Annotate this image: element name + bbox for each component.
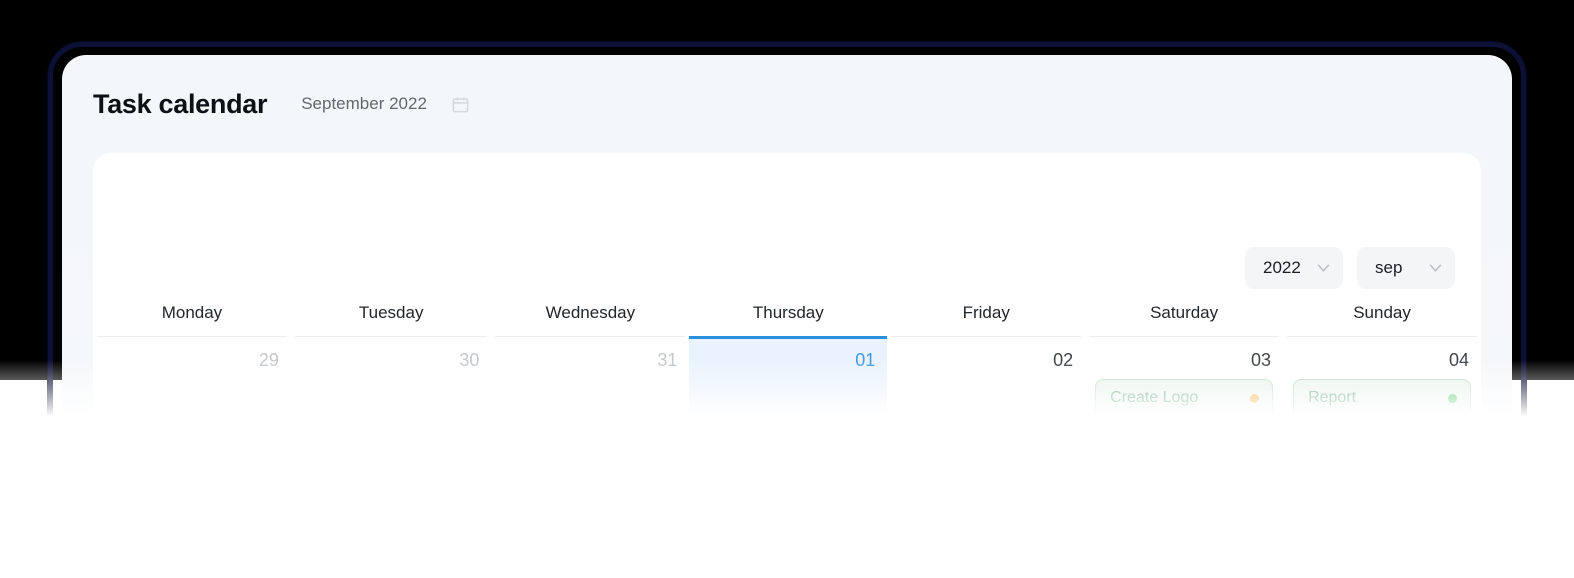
card-header: Task calendar September 2022 (62, 55, 1512, 153)
weekday-header-monday: Monday (161, 303, 223, 322)
task-calendar-card: Task calendar September 2022 2022 sep Mo… (62, 55, 1512, 555)
chevron-down-icon (1413, 264, 1442, 272)
event-chip[interactable]: New Website (1293, 522, 1471, 555)
calendar-day-cell[interactable]: 06 Update Payment... (291, 479, 492, 555)
month-select[interactable]: sep (1357, 247, 1455, 289)
event-chip[interactable]: Update Payment... (300, 522, 482, 555)
day-number: 05 (258, 493, 279, 513)
weekday-header-saturday: Saturday (1150, 303, 1219, 322)
event-chip-label: Create Logo (1110, 389, 1199, 406)
calendar-panel: 2022 sep Monday Tuesday Wednesday Thursd… (93, 153, 1481, 555)
event-chip-label: Report (1308, 389, 1357, 406)
day-number: 11 (1450, 493, 1469, 513)
calendar-day-cell[interactable]: 31 (491, 336, 689, 479)
event-chip-label: New Offer (1308, 435, 1380, 452)
screenshot-root: Task calendar September 2022 2022 sep Mo… (0, 0, 1574, 578)
event-chip-label: New Website (1332, 532, 1427, 549)
calendar-day-cell[interactable]: 01 (689, 336, 888, 479)
calendar-day-cell[interactable]: 10 (1085, 479, 1283, 555)
x-circle-icon (1308, 531, 1332, 551)
event-chip-label: Update Payment... (315, 532, 449, 549)
event-chip[interactable]: Report (1293, 379, 1471, 417)
calendar-controls: 2022 sep (1245, 247, 1455, 289)
month-select-value: sep (1375, 258, 1403, 277)
day-events: Create Logo (1095, 379, 1274, 417)
calendar-day-cell[interactable]: 03 Create Logo (1085, 336, 1283, 479)
year-select-value: 2022 (1263, 258, 1301, 277)
calendar-day-cell[interactable]: 08 (689, 479, 887, 555)
calendar-day-cell[interactable]: 29 (93, 336, 291, 479)
day-number: 03 (1251, 350, 1272, 370)
calendar-day-cell[interactable]: 05 (93, 479, 291, 555)
chevron-down-icon (1301, 264, 1330, 272)
day-number: 08 (855, 493, 876, 513)
header-month-label: September 2022 (301, 94, 427, 113)
day-number: 02 (1053, 350, 1074, 370)
day-number: 06 (459, 493, 480, 513)
day-events: New Website (1293, 522, 1471, 555)
day-number: 10 (1251, 493, 1272, 513)
calendar-day-cell[interactable]: 09 (887, 479, 1085, 555)
day-number: 31 (657, 350, 678, 370)
weekday-header-sunday: Sunday (1353, 303, 1411, 322)
day-events: Update Payment... (300, 522, 482, 555)
day-number: 01 (855, 350, 876, 370)
event-status-dot (1448, 439, 1457, 449)
day-number: 04 (1448, 350, 1469, 370)
event-status-dot (458, 536, 468, 546)
calendar-day-cell[interactable]: 04 Report New Offer (1283, 336, 1481, 479)
day-number: 07 (657, 493, 678, 513)
year-select[interactable]: 2022 (1245, 247, 1343, 289)
weekday-header-thursday: Thursday (752, 303, 824, 322)
calendar-day-cell[interactable]: 11 New Website (1283, 479, 1481, 555)
calendar-grid: Monday Tuesday Wednesday Thursday Friday Satu… (93, 303, 1481, 555)
calendar-day-cell[interactable]: 07 (491, 479, 689, 555)
day-number: 29 (258, 350, 279, 370)
calendar-day-cell[interactable]: 30 (291, 336, 492, 479)
event-chip[interactable]: New Offer (1293, 425, 1471, 463)
calendar-icon (427, 95, 470, 114)
event-status-dot (1250, 393, 1260, 403)
calendar-day-cell[interactable]: 02 (887, 336, 1085, 479)
page-title: Task calendar (93, 88, 268, 119)
weekday-header-friday: Friday (962, 303, 1010, 322)
day-number: 09 (1053, 493, 1074, 513)
day-events: Report New Offer (1293, 379, 1471, 463)
weekday-header-wednesday: Wednesday (545, 303, 636, 322)
day-number: 30 (459, 350, 480, 370)
weekday-header-tuesday: Tuesday (358, 303, 424, 322)
event-chip[interactable]: Create Logo (1095, 379, 1274, 417)
event-status-dot (1448, 393, 1457, 403)
